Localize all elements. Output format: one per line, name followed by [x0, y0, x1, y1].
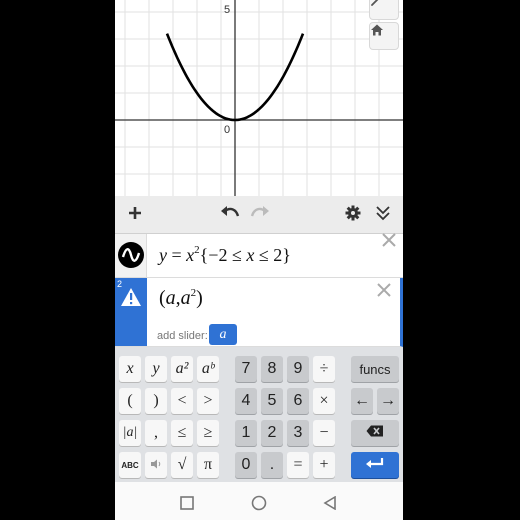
math-paren-close: ) [196, 287, 203, 309]
expression-gutter[interactable] [115, 234, 147, 277]
delete-expression-2-button[interactable] [376, 282, 394, 300]
key-x[interactable]: x [119, 356, 141, 382]
enter-icon [365, 456, 385, 474]
math-upper-bound: 2 [273, 245, 283, 265]
backspace-icon [366, 424, 384, 442]
key-left-arrow[interactable]: ← [351, 388, 373, 414]
key-comma[interactable]: , [145, 420, 167, 446]
speaker-icon [150, 456, 162, 474]
math-leq-2: ≤ [258, 245, 269, 265]
math-a: a [165, 287, 176, 309]
warning-icon[interactable] [120, 287, 142, 312]
key-greater-than[interactable]: > [197, 388, 219, 414]
undo-icon [220, 205, 240, 226]
home-button[interactable] [369, 22, 399, 50]
expression-gutter-active[interactable]: 2 [115, 278, 147, 346]
key-pi[interactable]: π [197, 452, 219, 478]
key-2[interactable]: 2 [261, 420, 283, 446]
key-7[interactable]: 7 [235, 356, 257, 382]
y-tick-label: 5 [224, 4, 230, 16]
math-brace-close: } [282, 245, 291, 265]
circle-icon[interactable] [251, 495, 267, 516]
key-1[interactable]: 1 [235, 420, 257, 446]
collapse-list-button[interactable] [371, 203, 395, 227]
key-0[interactable]: 0 [235, 452, 257, 478]
math-brace-open: { [199, 245, 209, 265]
key-9[interactable]: 9 [287, 356, 309, 382]
undo-button[interactable] [218, 203, 242, 227]
gear-icon [345, 205, 361, 226]
delete-expression-1-button[interactable] [381, 232, 399, 250]
key-plus[interactable]: + [313, 452, 335, 478]
key-divide[interactable]: ÷ [313, 356, 335, 382]
key-minus[interactable]: − [313, 420, 335, 446]
key-y[interactable]: y [145, 356, 167, 382]
math-paren-open: ( [159, 287, 166, 309]
key-backspace[interactable] [351, 420, 399, 446]
key-paren-open[interactable]: ( [119, 388, 141, 414]
key-a-squared[interactable]: a² [171, 356, 193, 382]
math-y: y [159, 245, 167, 265]
key-abs[interactable]: |a| [119, 420, 141, 446]
key-audio[interactable] [145, 452, 167, 478]
key-sqrt[interactable]: √ [171, 452, 193, 478]
key-leq[interactable]: ≤ [171, 420, 193, 446]
key-right-arrow[interactable]: → [377, 388, 399, 414]
redo-button[interactable] [248, 203, 272, 227]
key-4[interactable]: 4 [235, 388, 257, 414]
key-multiply[interactable]: × [313, 388, 335, 414]
math-leq-1: ≤ [231, 245, 242, 265]
android-nav-bar [115, 482, 403, 520]
math-x: x [186, 245, 195, 265]
key-decimal[interactable]: . [261, 452, 283, 478]
math-x-2: x [246, 245, 255, 265]
redo-icon [250, 205, 270, 226]
curve-icon[interactable] [118, 242, 144, 268]
math-equals: = [171, 245, 182, 265]
key-5[interactable]: 5 [261, 388, 283, 414]
expression-row-1[interactable]: y = x2{−2 ≤ x ≤ 2} [115, 232, 403, 278]
tools-button[interactable] [369, 0, 399, 20]
graph-canvas: 5 0 [115, 0, 403, 196]
settings-button[interactable] [341, 203, 365, 227]
key-a-power-b[interactable]: aᵇ [197, 356, 219, 382]
key-6[interactable]: 6 [287, 388, 309, 414]
key-8[interactable]: 8 [261, 356, 283, 382]
add-slider-label: add slider: [157, 330, 208, 342]
key-enter[interactable] [351, 452, 399, 478]
key-less-than[interactable]: < [171, 388, 193, 414]
origin-label: 0 [224, 124, 230, 136]
add-item-button[interactable] [123, 203, 147, 227]
graph-paper[interactable]: 5 0 [115, 0, 403, 196]
expression-math-2[interactable]: (a,a2) [159, 287, 203, 310]
math-keypad: x y a² aᵇ ( ) < > |a| , ≤ ≥ ABC √ π 7 8 … [115, 347, 403, 482]
square-icon[interactable] [180, 496, 194, 515]
back-triangle-icon[interactable] [323, 495, 337, 515]
funcs-button[interactable]: funcs [351, 356, 399, 382]
math-a-2: a [180, 287, 191, 309]
app-screen: 5 0 y = x2{−2 ≤ x ≤ 2} 2 (a,a2) add slid… [115, 0, 403, 520]
expression-math[interactable]: y = x2{−2 ≤ x ≤ 2} [159, 244, 291, 266]
key-geq[interactable]: ≥ [197, 420, 219, 446]
plus-icon [127, 205, 143, 226]
double-chevron-down-icon [375, 205, 391, 226]
key-3[interactable]: 3 [287, 420, 309, 446]
add-slider-a-button[interactable]: a [209, 324, 237, 345]
expression-toolbar [115, 196, 403, 234]
expression-row-2[interactable]: 2 (a,a2) add slider: a [115, 278, 403, 347]
key-paren-close[interactable]: ) [145, 388, 167, 414]
key-abc[interactable]: ABC [119, 452, 141, 478]
key-equals[interactable]: = [287, 452, 309, 478]
grid-lines [115, 0, 403, 196]
math-lower-bound: −2 [208, 245, 228, 265]
